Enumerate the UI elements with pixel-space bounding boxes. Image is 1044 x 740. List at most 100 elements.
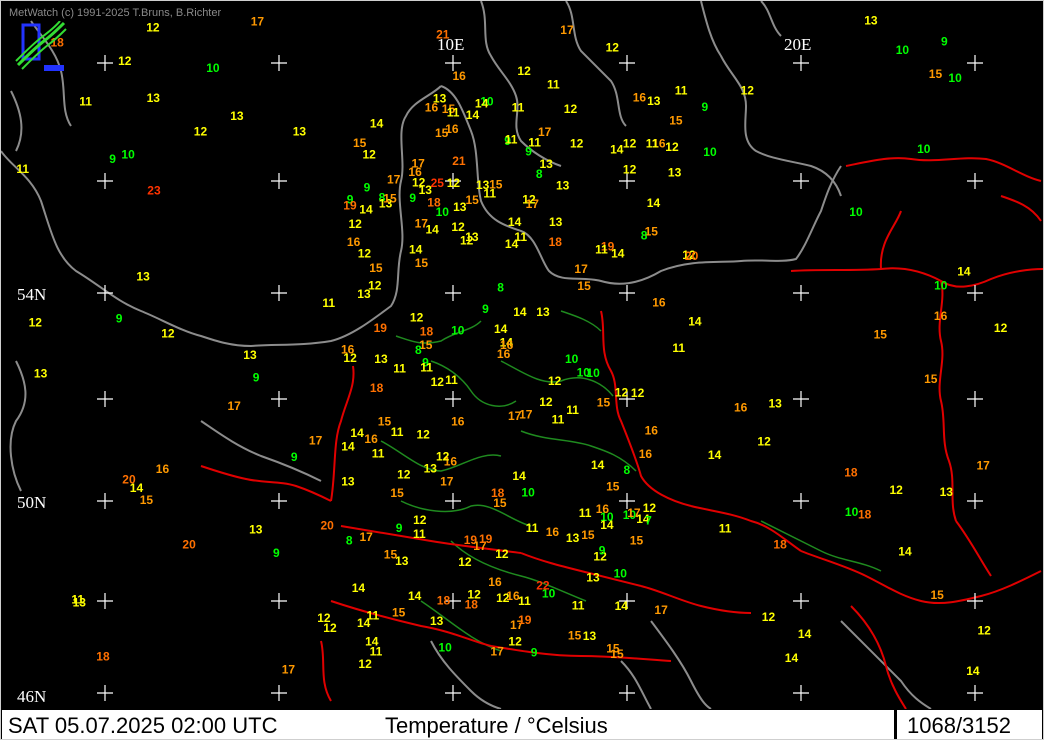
station-temperature: 15 — [669, 114, 683, 128]
station-temperature: 13 — [453, 200, 467, 214]
station-temperature: 18 — [370, 381, 384, 395]
grid-label-20e: 20E — [784, 35, 811, 54]
station-temperature: 12 — [343, 351, 357, 365]
station-temperature: 12 — [118, 54, 132, 68]
station-temperature: 10 — [565, 352, 579, 366]
station-temperature: 12 — [539, 395, 553, 409]
station-temperature: 7 — [645, 513, 652, 527]
station-temperature: 19 — [479, 532, 493, 546]
station-temperature: 17 — [654, 603, 668, 617]
station-temperature: 11 — [16, 162, 29, 176]
station-temperature: 12 — [508, 635, 522, 649]
station-temperature: 13 — [536, 305, 550, 319]
station-temperature: 14 — [365, 635, 379, 649]
station-temperature: 12 — [606, 41, 620, 55]
station-temperature: 18 — [858, 508, 872, 522]
station-temperature: 10 — [451, 324, 465, 338]
grid-label-54n: 54N — [17, 285, 46, 304]
station-temperature: 11 — [447, 105, 460, 119]
station-temperature: 11 — [393, 362, 406, 376]
station-temperature: 12 — [548, 374, 562, 388]
map-canvas: 10E 20E 54N 50N 46N 15121413141412131211… — [1, 1, 1043, 709]
station-temperature: 13 — [586, 571, 600, 585]
station-temperature: 14 — [408, 589, 422, 603]
map-frame: 10E 20E 54N 50N 46N 15 12 14 13 14 14 12 13 12 11… — [0, 0, 1044, 740]
station-temperature: 17 — [360, 530, 374, 544]
station-temperature: 16 — [453, 69, 467, 83]
station-temperature: 14 — [475, 97, 489, 111]
station-temperature: 12 — [194, 125, 208, 139]
station-temperature: 18 — [465, 597, 479, 611]
station-temperature: 14 — [708, 448, 722, 462]
station-temperature: 11 — [391, 425, 404, 439]
station-temperature: 13 — [668, 166, 682, 180]
station-temperature: 25 — [431, 176, 445, 190]
station-temperature: 13 — [147, 91, 161, 105]
station-temperature: 12 — [412, 176, 426, 190]
station-temperature: 12 — [495, 547, 509, 561]
station-temperature: 12 — [741, 84, 755, 98]
station-temperature: 12 — [431, 375, 445, 389]
station-temperature: 16 — [645, 424, 659, 438]
station-temperature: 14 — [615, 599, 629, 613]
station-temperature: 12 — [358, 657, 372, 671]
station-temperature: 11 — [719, 522, 732, 536]
station-temperature: 15 — [577, 279, 591, 293]
station-temperature: 14 — [966, 664, 980, 678]
credit-text: MetWatch (c) 1991-2025 T.Bruns, B.Richte… — [9, 7, 222, 19]
station-temperature: 12 — [570, 137, 584, 151]
station-temperature: 10 — [438, 640, 452, 654]
station-temperature: 17 — [526, 197, 540, 211]
station-temperature: 14 — [341, 439, 355, 453]
station-temperature: 13 — [549, 215, 563, 229]
station-temperature: 9 — [364, 180, 371, 194]
station-temperature: 20 — [182, 537, 196, 551]
station-temperature: 14 — [591, 458, 605, 472]
station-temperature: 14 — [513, 305, 527, 319]
station-temperature: 16 — [156, 462, 170, 476]
station-temperature: 9 — [396, 521, 403, 535]
station-temperature: 17 — [440, 475, 454, 489]
station-temperature: 9 — [116, 311, 123, 325]
station-temperature: 12 — [368, 279, 382, 293]
station-temperature: 11 — [483, 187, 496, 201]
station-temperature: 11 — [547, 77, 560, 91]
station-temperature: 15 — [568, 629, 582, 643]
station-temperature: 17 — [251, 15, 265, 29]
station-temperature: 13 — [395, 554, 409, 568]
grid-label-50n: 50N — [17, 493, 46, 512]
frame-counter: 1068/3152 — [907, 713, 1011, 738]
station-temperature: 15 — [630, 534, 644, 548]
observation-timestamp: SAT 05.07.2025 02:00 UTC — [8, 713, 278, 738]
station-temperature: 16 — [734, 400, 748, 414]
station-temperature: 19 — [374, 321, 388, 335]
station-temperature: 12 — [496, 591, 510, 605]
station-temperature: 13 — [424, 461, 438, 475]
station-temperature: 18 — [773, 537, 787, 551]
station-temperature: 15 — [435, 126, 449, 140]
station-temperature: 16 — [633, 91, 647, 105]
station-temperature: 13 — [341, 475, 355, 489]
station-temperature: 14 — [647, 196, 661, 210]
station-temperature: 12 — [349, 217, 363, 231]
station-temperature: 18 — [437, 593, 451, 607]
station-temperature: 11 — [595, 243, 608, 257]
station-temperature: 14 — [350, 426, 364, 440]
station-temperature: 11 — [505, 133, 518, 147]
station-temperature: 15 — [606, 479, 620, 493]
station-temperature: 12 — [447, 176, 461, 190]
station-temperature: 9 — [599, 543, 606, 557]
station-temperature: 13 — [864, 13, 878, 27]
station-temperature: 13 — [647, 94, 661, 108]
station-temperature: 19 — [518, 613, 532, 627]
station-temperature: 11 — [413, 527, 426, 541]
station-temperature: 9 — [525, 145, 532, 159]
station-temperature: 16 — [596, 502, 610, 516]
station-temperature: 8 — [536, 167, 543, 181]
station-temperature: 13 — [940, 485, 954, 499]
station-temperature: 10 — [121, 148, 135, 162]
station-temperature: 12 — [410, 310, 424, 324]
metwatch-logo-icon — [15, 21, 67, 71]
station-temperature: 11 — [526, 521, 539, 535]
station-temperature: 20 — [685, 249, 699, 263]
